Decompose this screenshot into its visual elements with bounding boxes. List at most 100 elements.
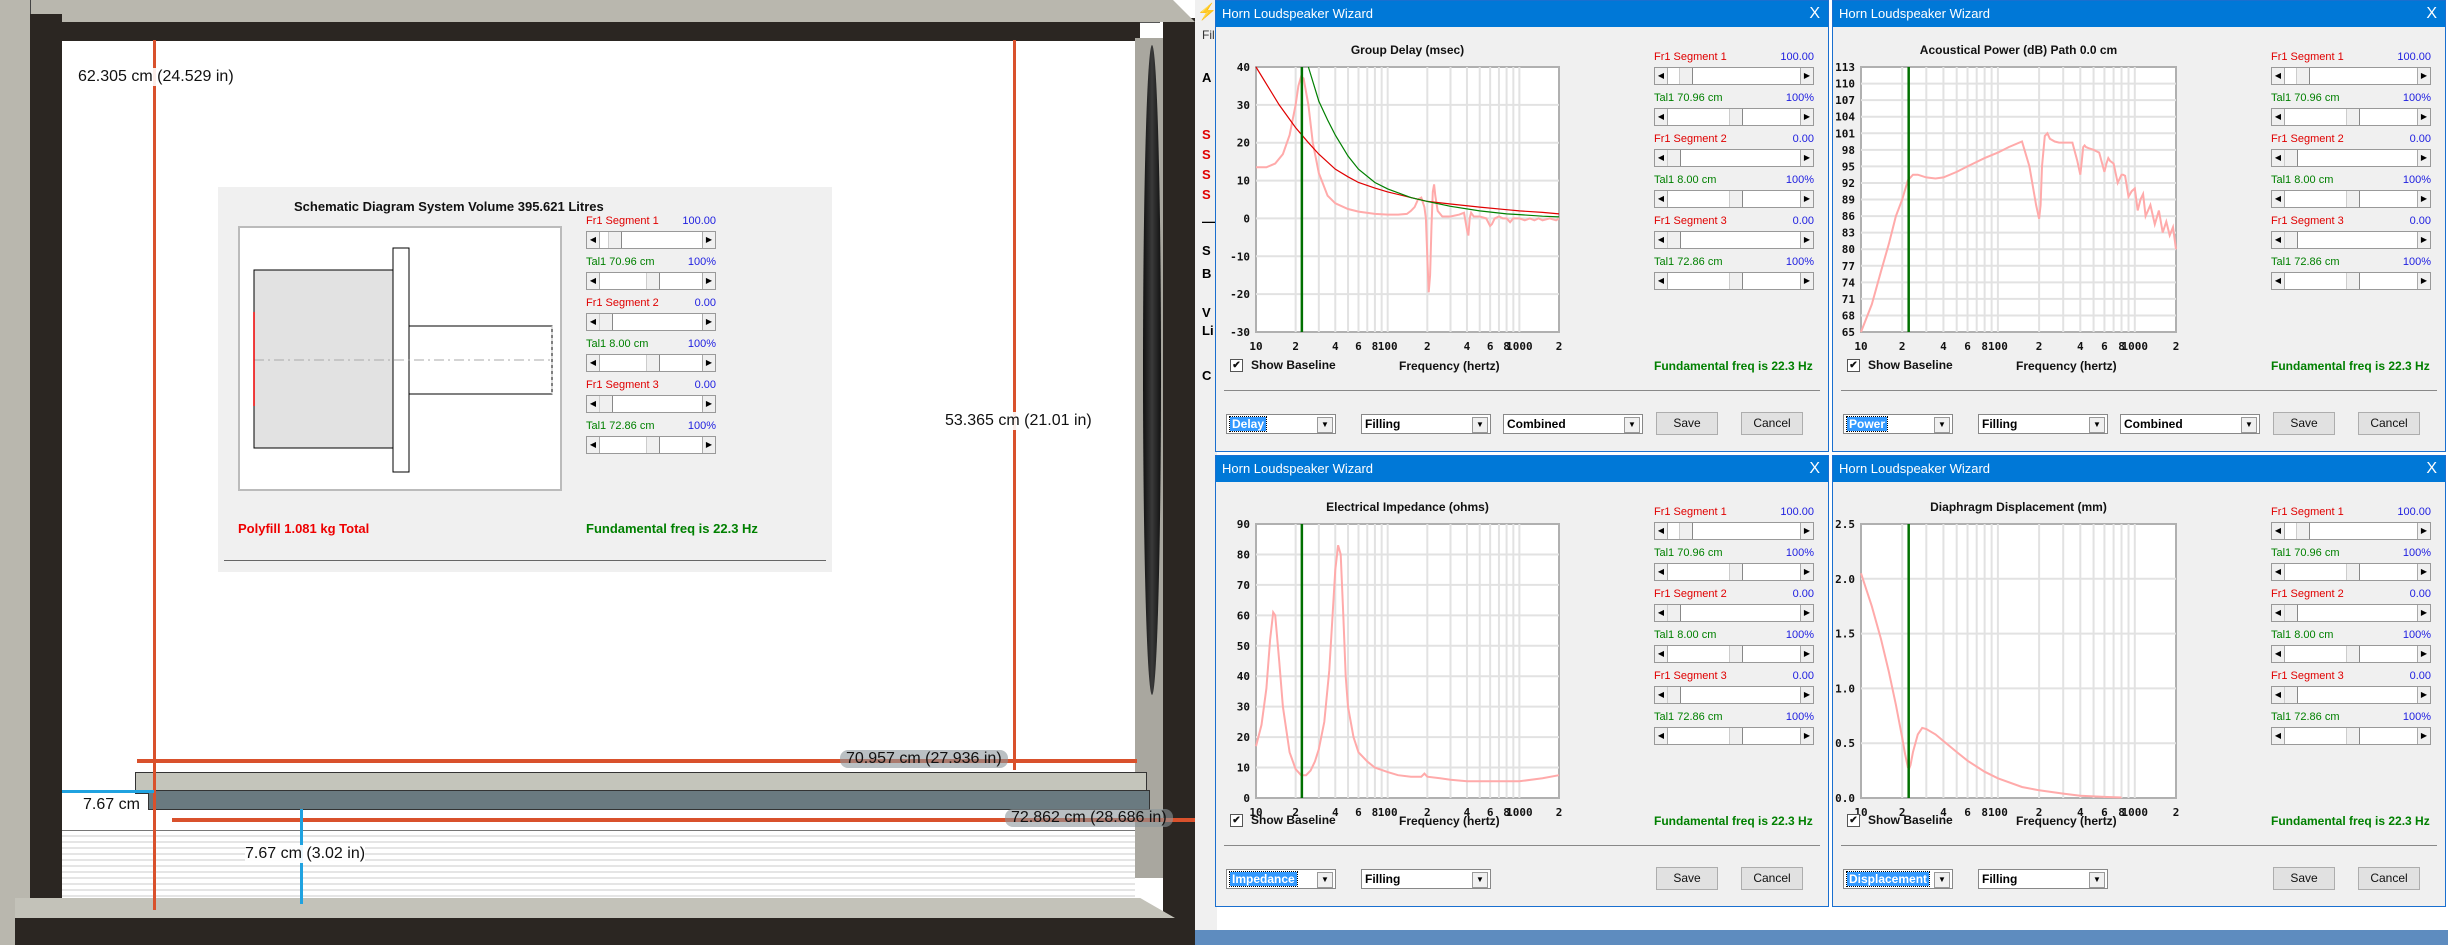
checkbox-checked-icon[interactable]: ✔: [1230, 813, 1243, 827]
slider-scrollbar[interactable]: ◀ ▶: [1654, 645, 1814, 663]
checkbox-checked-icon[interactable]: ✔: [1847, 358, 1860, 372]
scroll-right-arrow-icon[interactable]: ▶: [2417, 68, 2430, 84]
slider-thumb[interactable]: [1667, 687, 1681, 703]
scroll-right-arrow-icon[interactable]: ▶: [2417, 728, 2430, 744]
dropdown-arrow-icon[interactable]: ▼: [2089, 872, 2105, 888]
dropdown-arrow-icon[interactable]: ▼: [1472, 872, 1488, 888]
scroll-right-arrow-icon[interactable]: ▶: [702, 232, 715, 248]
scroll-right-arrow-icon[interactable]: ▶: [1800, 564, 1813, 580]
slider-thumb[interactable]: [1667, 150, 1681, 166]
scroll-right-arrow-icon[interactable]: ▶: [1800, 605, 1813, 621]
scroll-left-arrow-icon[interactable]: ◀: [1655, 191, 1668, 207]
view-select[interactable]: Power ▼: [1843, 414, 1953, 434]
slider-thumb[interactable]: [1729, 109, 1743, 125]
slider-thumb[interactable]: [646, 273, 660, 289]
cancel-button[interactable]: Cancel: [1741, 412, 1803, 435]
dropdown-arrow-icon[interactable]: ▼: [1934, 417, 1950, 433]
scroll-right-arrow-icon[interactable]: ▶: [1800, 68, 1813, 84]
slider-thumb[interactable]: [646, 355, 660, 371]
slider-scrollbar[interactable]: ◀ ▶: [1654, 149, 1814, 167]
checkbox-checked-icon[interactable]: ✔: [1847, 813, 1860, 827]
slider-scrollbar[interactable]: ◀ ▶: [1654, 272, 1814, 290]
show-baseline-checkbox[interactable]: ✔ Show Baseline: [1230, 358, 1336, 372]
slider-thumb[interactable]: [1729, 646, 1743, 662]
scroll-left-arrow-icon[interactable]: ◀: [587, 355, 600, 371]
scroll-left-arrow-icon[interactable]: ◀: [2272, 523, 2285, 539]
scroll-right-arrow-icon[interactable]: ▶: [702, 437, 715, 453]
slider-scrollbar[interactable]: ◀ ▶: [586, 231, 716, 249]
wizard-window-diaphragm-displacement[interactable]: Horn Loudspeaker Wizard X 2.5 2.0 1.5 1.0 0.…: [1832, 455, 2446, 907]
scroll-right-arrow-icon[interactable]: ▶: [1800, 273, 1813, 289]
scroll-left-arrow-icon[interactable]: ◀: [2272, 728, 2285, 744]
filling-select[interactable]: Filling ▼: [1361, 869, 1491, 889]
wizard-window-group-delay[interactable]: Horn Loudspeaker Wizard X 40 30 20 10 0 -10 -2…: [1215, 0, 1829, 452]
dropdown-arrow-icon[interactable]: ▼: [1472, 417, 1488, 433]
slider-thumb[interactable]: [1729, 564, 1743, 580]
save-button[interactable]: Save: [1656, 412, 1718, 435]
dropdown-arrow-icon[interactable]: ▼: [1624, 417, 1640, 433]
scroll-left-arrow-icon[interactable]: ◀: [587, 437, 600, 453]
slider-thumb[interactable]: [1679, 68, 1694, 84]
scroll-left-arrow-icon[interactable]: ◀: [1655, 273, 1668, 289]
slider-scrollbar[interactable]: ◀ ▶: [2271, 67, 2431, 85]
dropdown-arrow-icon[interactable]: ▼: [1317, 417, 1333, 433]
slider-thumb[interactable]: [599, 314, 613, 330]
slider-thumb[interactable]: [2296, 523, 2311, 539]
scroll-right-arrow-icon[interactable]: ▶: [2417, 109, 2430, 125]
scroll-right-arrow-icon[interactable]: ▶: [2417, 523, 2430, 539]
scroll-left-arrow-icon[interactable]: ◀: [2272, 564, 2285, 580]
view-select[interactable]: Displacement ▼: [1843, 869, 1953, 889]
slider-scrollbar[interactable]: ◀ ▶: [2271, 686, 2431, 704]
slider-scrollbar[interactable]: ◀ ▶: [1654, 604, 1814, 622]
slider-thumb[interactable]: [1679, 523, 1694, 539]
save-button[interactable]: Save: [2273, 412, 2335, 435]
slider-thumb[interactable]: [2346, 109, 2360, 125]
slider-scrollbar[interactable]: ◀ ▶: [1654, 522, 1814, 540]
mode-select[interactable]: Combined ▼: [1503, 414, 1643, 434]
slider-scrollbar[interactable]: ◀ ▶: [2271, 604, 2431, 622]
slider-scrollbar[interactable]: ◀ ▶: [1654, 231, 1814, 249]
show-baseline-checkbox[interactable]: ✔ Show Baseline: [1847, 358, 1953, 372]
scroll-right-arrow-icon[interactable]: ▶: [702, 396, 715, 412]
slider-thumb[interactable]: [2284, 687, 2298, 703]
show-baseline-checkbox[interactable]: ✔ Show Baseline: [1230, 813, 1336, 827]
filling-select[interactable]: Filling ▼: [1978, 869, 2108, 889]
scroll-right-arrow-icon[interactable]: ▶: [2417, 232, 2430, 248]
slider-scrollbar[interactable]: ◀ ▶: [1654, 563, 1814, 581]
scroll-right-arrow-icon[interactable]: ▶: [1800, 646, 1813, 662]
3d-enclosure-view[interactable]: 62.305 cm (24.529 in) 53.365 cm (21.01 i…: [0, 0, 1195, 945]
slider-scrollbar[interactable]: ◀ ▶: [586, 272, 716, 290]
scroll-right-arrow-icon[interactable]: ▶: [1800, 150, 1813, 166]
scroll-left-arrow-icon[interactable]: ◀: [2272, 109, 2285, 125]
slider-scrollbar[interactable]: ◀ ▶: [586, 395, 716, 413]
filling-select[interactable]: Filling ▼: [1978, 414, 2108, 434]
scroll-left-arrow-icon[interactable]: ◀: [1655, 728, 1668, 744]
slider-thumb[interactable]: [1667, 605, 1681, 621]
scroll-right-arrow-icon[interactable]: ▶: [1800, 191, 1813, 207]
scroll-left-arrow-icon[interactable]: ◀: [1655, 523, 1668, 539]
scroll-left-arrow-icon[interactable]: ◀: [1655, 109, 1668, 125]
scroll-right-arrow-icon[interactable]: ▶: [1800, 728, 1813, 744]
slider-scrollbar[interactable]: ◀ ▶: [586, 354, 716, 372]
slider-scrollbar[interactable]: ◀ ▶: [2271, 727, 2431, 745]
slider-thumb[interactable]: [2346, 273, 2360, 289]
slider-thumb[interactable]: [646, 437, 660, 453]
dropdown-arrow-icon[interactable]: ▼: [1934, 872, 1950, 888]
scroll-left-arrow-icon[interactable]: ◀: [2272, 646, 2285, 662]
cancel-button[interactable]: Cancel: [1741, 867, 1803, 890]
slider-thumb[interactable]: [1729, 273, 1743, 289]
background-app-window[interactable]: ⚡ Fil A S S S S — S B V Li C: [1195, 0, 1217, 945]
scroll-left-arrow-icon[interactable]: ◀: [587, 273, 600, 289]
slider-scrollbar[interactable]: ◀ ▶: [1654, 190, 1814, 208]
slider-scrollbar[interactable]: ◀ ▶: [1654, 108, 1814, 126]
scroll-left-arrow-icon[interactable]: ◀: [587, 232, 600, 248]
scroll-right-arrow-icon[interactable]: ▶: [1800, 109, 1813, 125]
slider-thumb[interactable]: [1729, 728, 1743, 744]
show-baseline-checkbox[interactable]: ✔ Show Baseline: [1847, 813, 1953, 827]
slider-thumb[interactable]: [599, 396, 613, 412]
mode-select[interactable]: Combined ▼: [2120, 414, 2260, 434]
slider-scrollbar[interactable]: ◀ ▶: [2271, 272, 2431, 290]
slider-scrollbar[interactable]: ◀ ▶: [2271, 190, 2431, 208]
slider-scrollbar[interactable]: ◀ ▶: [2271, 149, 2431, 167]
scroll-right-arrow-icon[interactable]: ▶: [1800, 232, 1813, 248]
